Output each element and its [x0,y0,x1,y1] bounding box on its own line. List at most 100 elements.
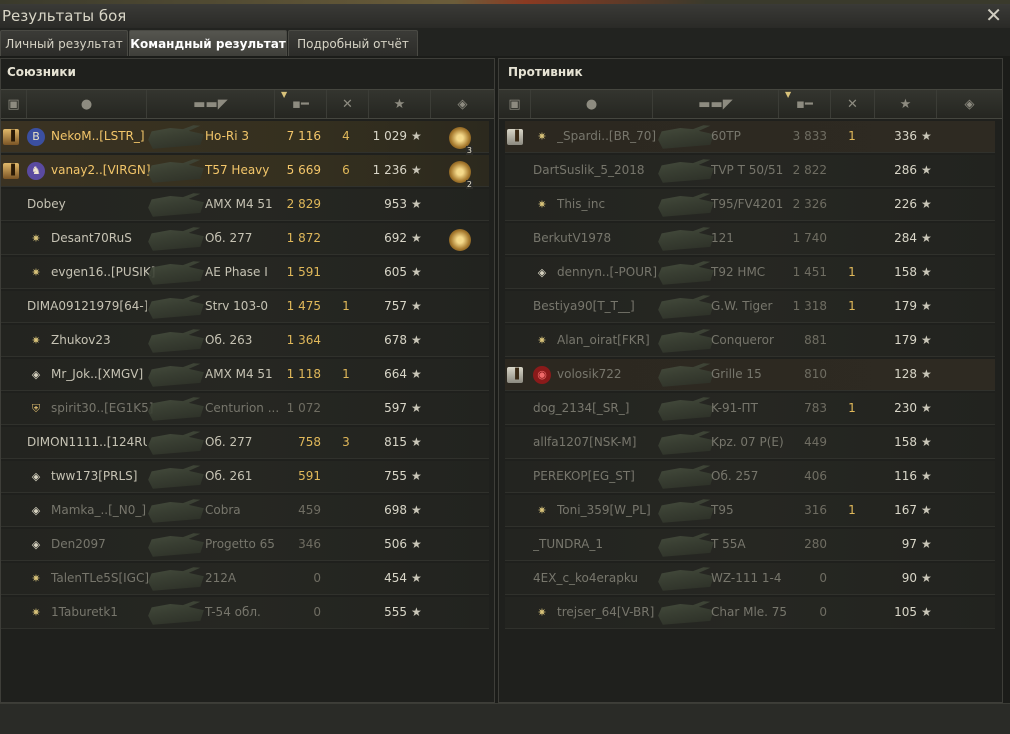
medal-icon[interactable]: 2 [449,161,473,189]
player-name[interactable]: volosik722 [557,359,677,390]
damage-col-icon[interactable]: ▼ ▪━ [275,90,327,118]
damage-value: 758 [298,435,321,449]
tank-icon [658,431,714,455]
player-name[interactable]: _TUNDRA_1 [533,529,653,560]
player-row[interactable]: ▐ B NekoM..[LSTR_] Ho-Ri 37 116 4 1 029 ★ 3 [1,121,489,155]
frags-value [837,597,867,628]
tab-personal[interactable]: Личный результат [0,30,128,56]
tank-col-icon[interactable]: ▬▬◤ [653,90,779,118]
player-name[interactable]: trejser_64[V-BR] [557,597,677,628]
frags-col-icon[interactable]: ✕ [831,90,875,118]
player-row[interactable]: BerkutV1978 121 1 740 284 ★ [505,223,995,255]
medal-icon[interactable] [449,229,471,251]
player-row[interactable]: ✷ Desant70RuS Об. 277 1 872 692 ★ [1,223,489,255]
damage-value: 0 [819,571,827,585]
player-name[interactable]: This_inc [557,189,677,220]
player-name[interactable]: Toni_359[W_PL] [557,495,677,526]
player-name[interactable]: DIMON1111..[124RU] [27,427,147,458]
player-col-icon[interactable]: ● [27,90,147,118]
player-name[interactable]: Bestiya90[T_T__] [533,291,653,322]
player-row[interactable]: PEREKOP[EG_ST] Об. 257 406 116 ★ [505,461,995,493]
player-row[interactable]: ✷ Alan_oirat[FKR] Conqueror 881 179 ★ [505,325,995,357]
player-row[interactable]: DIMA09121979[64-] Strv 103-0 1 475 1 757 ★ [1,291,489,323]
player-row[interactable]: ◈ dennyn..[-POUR] T92 HMC 1 451 1 158 ★ [505,257,995,289]
player-name[interactable]: DartSuslik_5_2018 [533,155,653,186]
player-name[interactable]: allfa1207[NSK-M] [533,427,653,458]
platoon-col-icon[interactable]: ▣ [1,90,27,118]
player-row[interactable]: ✷ trejser_64[V-BR] Char Mle. 75 0 105 ★ [505,597,995,629]
sort-arrow-icon: ▼ [785,90,792,99]
damage-value: 1 451 [792,265,827,279]
player-row[interactable]: ◈ tww173[PRLS] Об. 261 591 755 ★ [1,461,489,493]
player-name[interactable]: DIMA09121979[64-] [27,291,147,322]
star-icon: ★ [921,299,932,313]
xp-value: 953 [384,197,407,211]
player-row[interactable]: DartSuslik_5_2018 TVP T 50/51 2 822 286 ★ [505,155,995,187]
player-name[interactable]: _Spardi..[BR_70] [557,121,677,152]
player-row[interactable]: ▐ ◉ volosik722 Grille 15 810 128 ★ [505,359,995,391]
player-row[interactable]: ◈ Den2097 Progetto 65 346 506 ★ [1,529,489,561]
player-row[interactable]: Bestiya90[T_T__] G.W. Tiger 1 318 1 179 ★ [505,291,995,323]
medal-col-icon[interactable]: ◈ [431,90,494,118]
player-name[interactable]: Dobey [27,189,147,220]
medal-col-icon[interactable]: ◈ [937,90,1002,118]
player-row[interactable]: _TUNDRA_1 T 55A 280 97 ★ [505,529,995,561]
tab-detailed[interactable]: Подробный отчёт [288,30,418,56]
sort-arrow-icon: ▼ [281,90,288,99]
platoon-col-icon[interactable]: ▣ [499,90,531,118]
player-name[interactable]: Alan_oirat[FKR] [557,325,677,356]
xp-value: 757 [384,299,407,313]
damage-value: 0 [313,571,321,585]
player-row[interactable]: ⛨ spirit30..[EG1K5] Centurion ... 1 072 597 ★ [1,393,489,425]
red-emblem-icon: ◉ [533,366,551,384]
player-name[interactable]: dog_2134[_SR_] [533,393,653,424]
frags-value: 1 [848,299,856,313]
frags-value [837,155,867,186]
damage-col-icon[interactable]: ▼ ▪━ [779,90,831,118]
damage-value: 406 [804,469,827,483]
player-row[interactable]: ✷ This_inc T95/FV4201 2 326 226 ★ [505,189,995,221]
player-name[interactable]: dennyn..[-POUR] [557,257,677,288]
player-row[interactable]: ✷ 1Taburetk1 T-54 обл. 0 555 ★ [1,597,489,629]
player-row[interactable]: Dobey AMX M4 51 2 829 953 ★ [1,189,489,221]
damage-value: 1 364 [286,333,321,347]
tank-col-icon[interactable]: ▬▬◤ [147,90,275,118]
title-bar: Результаты боя ✕ [0,3,1010,28]
player-row[interactable]: DIMON1111..[124RU] Об. 277 758 3 815 ★ [1,427,489,459]
tab-team[interactable]: Командный результат [129,30,287,56]
player-name[interactable]: 4EX_c_ko4erapku [533,563,653,594]
player-row[interactable]: ▐ ♞ vanay2..[VIRGN] T57 Heavy 5 669 6 1 236 ★ 2 [1,155,489,189]
shield-badge-icon: ⛨ [31,402,41,415]
star-icon: ★ [921,401,932,415]
player-col-icon[interactable]: ● [531,90,653,118]
player-row[interactable]: 4EX_c_ko4erapku WZ-111 1-4 0 90 ★ [505,563,995,595]
star-icon: ★ [411,231,422,245]
player-row[interactable]: dog_2134[_SR_] K-91-ПТ 783 1 230 ★ [505,393,995,425]
frags-col-icon[interactable]: ✕ [327,90,369,118]
close-icon[interactable]: ✕ [985,3,1002,27]
frags-value [331,529,361,560]
star-icon: ★ [921,163,932,177]
tab-bar: Личный результат Командный результат Под… [0,28,1010,56]
tank-icon [658,397,714,421]
player-row[interactable]: ◈ Mamka_..[_N0_] Cobra 459 698 ★ [1,495,489,527]
star-icon: ★ [921,367,932,381]
player-row[interactable]: ✷ Toni_359[W_PL] T95 316 1 167 ★ [505,495,995,527]
player-row[interactable]: ▐ ✷ _Spardi..[BR_70] 60TP 3 833 1 336 ★ [505,121,995,153]
player-row[interactable]: ✷ TalenTLe5S[IGC] 212A 0 454 ★ [1,563,489,595]
player-row[interactable]: allfa1207[NSK-M] Kpz. 07 P(E) 449 158 ★ [505,427,995,459]
xp-col-icon[interactable]: ★ [875,90,937,118]
player-row[interactable]: ✷ Zhukov23 Об. 263 1 364 678 ★ [1,325,489,357]
frags-value [331,597,361,628]
damage-value: 783 [804,401,827,415]
damage-value: 7 116 [286,129,321,143]
player-row[interactable]: ✷ evgen16..[PUSIK] AE Phase I1 591 605 ★ [1,257,489,289]
player-name[interactable]: BerkutV1978 [533,223,653,254]
damage-value: 810 [804,367,827,381]
player-name[interactable]: PEREKOP[EG_ST] [533,461,653,492]
star-icon: ★ [921,503,932,517]
player-row[interactable]: ◈ Mr_Jok..[XMGV] AMX M4 51 1 118 1 664 ★ [1,359,489,391]
xp-col-icon[interactable]: ★ [369,90,431,118]
medal-icon[interactable]: 3 [449,127,473,155]
enemies-panel: Противник ▣ ● ▬▬◤ ▼ ▪━ ✕ ★ ◈ ▐ ✷ _Spardi..[… [498,58,1003,703]
